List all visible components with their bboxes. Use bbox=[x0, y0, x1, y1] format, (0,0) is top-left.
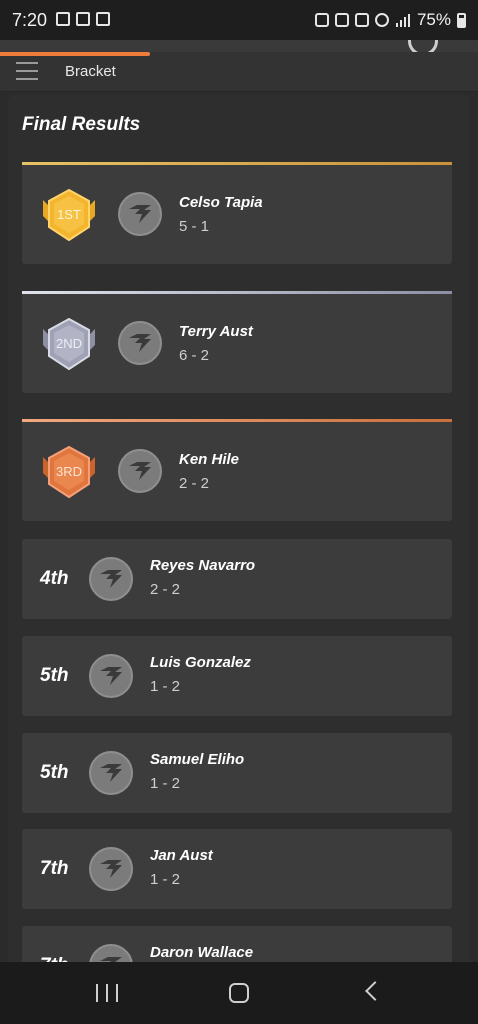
final-results-panel: Final Results 1ST Celso Tapia 5 - 1 2ND bbox=[8, 94, 470, 962]
gold-divider bbox=[22, 162, 452, 165]
result-card-5th[interactable]: 5th Luis Gonzalez 1 - 2 bbox=[22, 636, 452, 716]
rank-label: 4th bbox=[40, 568, 69, 589]
player-name[interactable]: Reyes Navarro bbox=[150, 557, 255, 574]
player-record: 1 - 2 bbox=[150, 775, 181, 792]
player-record: 1 - 2 bbox=[150, 678, 181, 695]
bronze-divider bbox=[22, 419, 452, 422]
result-card-4th[interactable]: 4th Reyes Navarro 2 - 2 bbox=[22, 539, 452, 619]
header-accent-bar bbox=[0, 52, 150, 56]
player-record: 6 - 2 bbox=[179, 347, 210, 364]
player-record: 2 - 2 bbox=[150, 581, 181, 598]
player-name[interactable]: Daron Wallace bbox=[150, 944, 253, 961]
result-card-2nd[interactable]: 2ND Terry Aust 6 - 2 bbox=[22, 291, 452, 393]
menu-icon bbox=[16, 62, 38, 64]
gold-medal-icon: 1ST bbox=[37, 186, 101, 246]
player-name[interactable]: Luis Gonzalez bbox=[150, 654, 251, 671]
battery-icon bbox=[457, 12, 466, 28]
system-nav-bar bbox=[0, 962, 478, 1024]
player-avatar[interactable] bbox=[89, 944, 133, 962]
status-right-icons: 75% bbox=[314, 10, 466, 30]
section-title: Final Results bbox=[22, 114, 141, 135]
dnd-icon bbox=[374, 13, 389, 27]
subnav-title: Bracket bbox=[65, 63, 116, 80]
rank-label: 7th bbox=[40, 858, 69, 879]
home-button[interactable] bbox=[229, 983, 249, 1003]
mute-icon bbox=[334, 13, 349, 27]
player-avatar[interactable] bbox=[118, 192, 162, 236]
player-record: 5 - 1 bbox=[179, 218, 210, 235]
player-record: 1 - 2 bbox=[150, 871, 181, 888]
back-button[interactable] bbox=[365, 981, 385, 1001]
share-icon bbox=[76, 12, 90, 26]
silver-divider bbox=[22, 291, 452, 294]
image-icon bbox=[56, 12, 70, 26]
result-card-1st[interactable]: 1ST Celso Tapia 5 - 1 bbox=[22, 162, 452, 264]
player-avatar[interactable] bbox=[118, 449, 162, 493]
medal-rank: 1ST bbox=[57, 207, 81, 222]
battery-percent: 75% bbox=[416, 10, 451, 29]
rank-label: 7th bbox=[40, 955, 69, 962]
wifi-icon bbox=[354, 13, 369, 27]
silver-medal-icon: 2ND bbox=[37, 315, 101, 375]
bronze-medal-icon: 3RD bbox=[37, 443, 101, 503]
medal-rank: 3RD bbox=[56, 464, 82, 479]
result-card-3rd[interactable]: 3RD Ken Hile 2 - 2 bbox=[22, 419, 452, 521]
rank-label: 5th bbox=[40, 665, 69, 686]
player-avatar[interactable] bbox=[89, 557, 133, 601]
player-record: 2 - 2 bbox=[179, 475, 210, 492]
result-card-7th[interactable]: 7th Daron Wallace bbox=[22, 926, 452, 962]
player-name[interactable]: Jan Aust bbox=[150, 847, 213, 864]
status-bar: 7:20 75% bbox=[0, 0, 478, 40]
player-name[interactable]: Samuel Eliho bbox=[150, 751, 244, 768]
signal-icon bbox=[395, 14, 410, 27]
player-name[interactable]: Celso Tapia bbox=[179, 194, 263, 211]
rank-label: 5th bbox=[40, 762, 69, 783]
status-time: 7:20 bbox=[12, 10, 48, 30]
battery-saver-icon bbox=[314, 13, 329, 27]
medal-rank: 2ND bbox=[56, 336, 82, 351]
share-icon bbox=[96, 12, 110, 26]
status-left-icons bbox=[56, 12, 110, 26]
player-name[interactable]: Terry Aust bbox=[179, 323, 253, 340]
player-avatar[interactable] bbox=[89, 847, 133, 891]
result-card-5th[interactable]: 5th Samuel Eliho 1 - 2 bbox=[22, 733, 452, 813]
menu-button[interactable] bbox=[16, 62, 38, 82]
player-avatar[interactable] bbox=[89, 654, 133, 698]
recent-apps-button[interactable] bbox=[96, 984, 118, 1002]
player-avatar[interactable] bbox=[89, 751, 133, 795]
player-name[interactable]: Ken Hile bbox=[179, 451, 239, 468]
result-card-7th[interactable]: 7th Jan Aust 1 - 2 bbox=[22, 829, 452, 909]
player-avatar[interactable] bbox=[118, 321, 162, 365]
subnav: Bracket bbox=[0, 52, 478, 92]
